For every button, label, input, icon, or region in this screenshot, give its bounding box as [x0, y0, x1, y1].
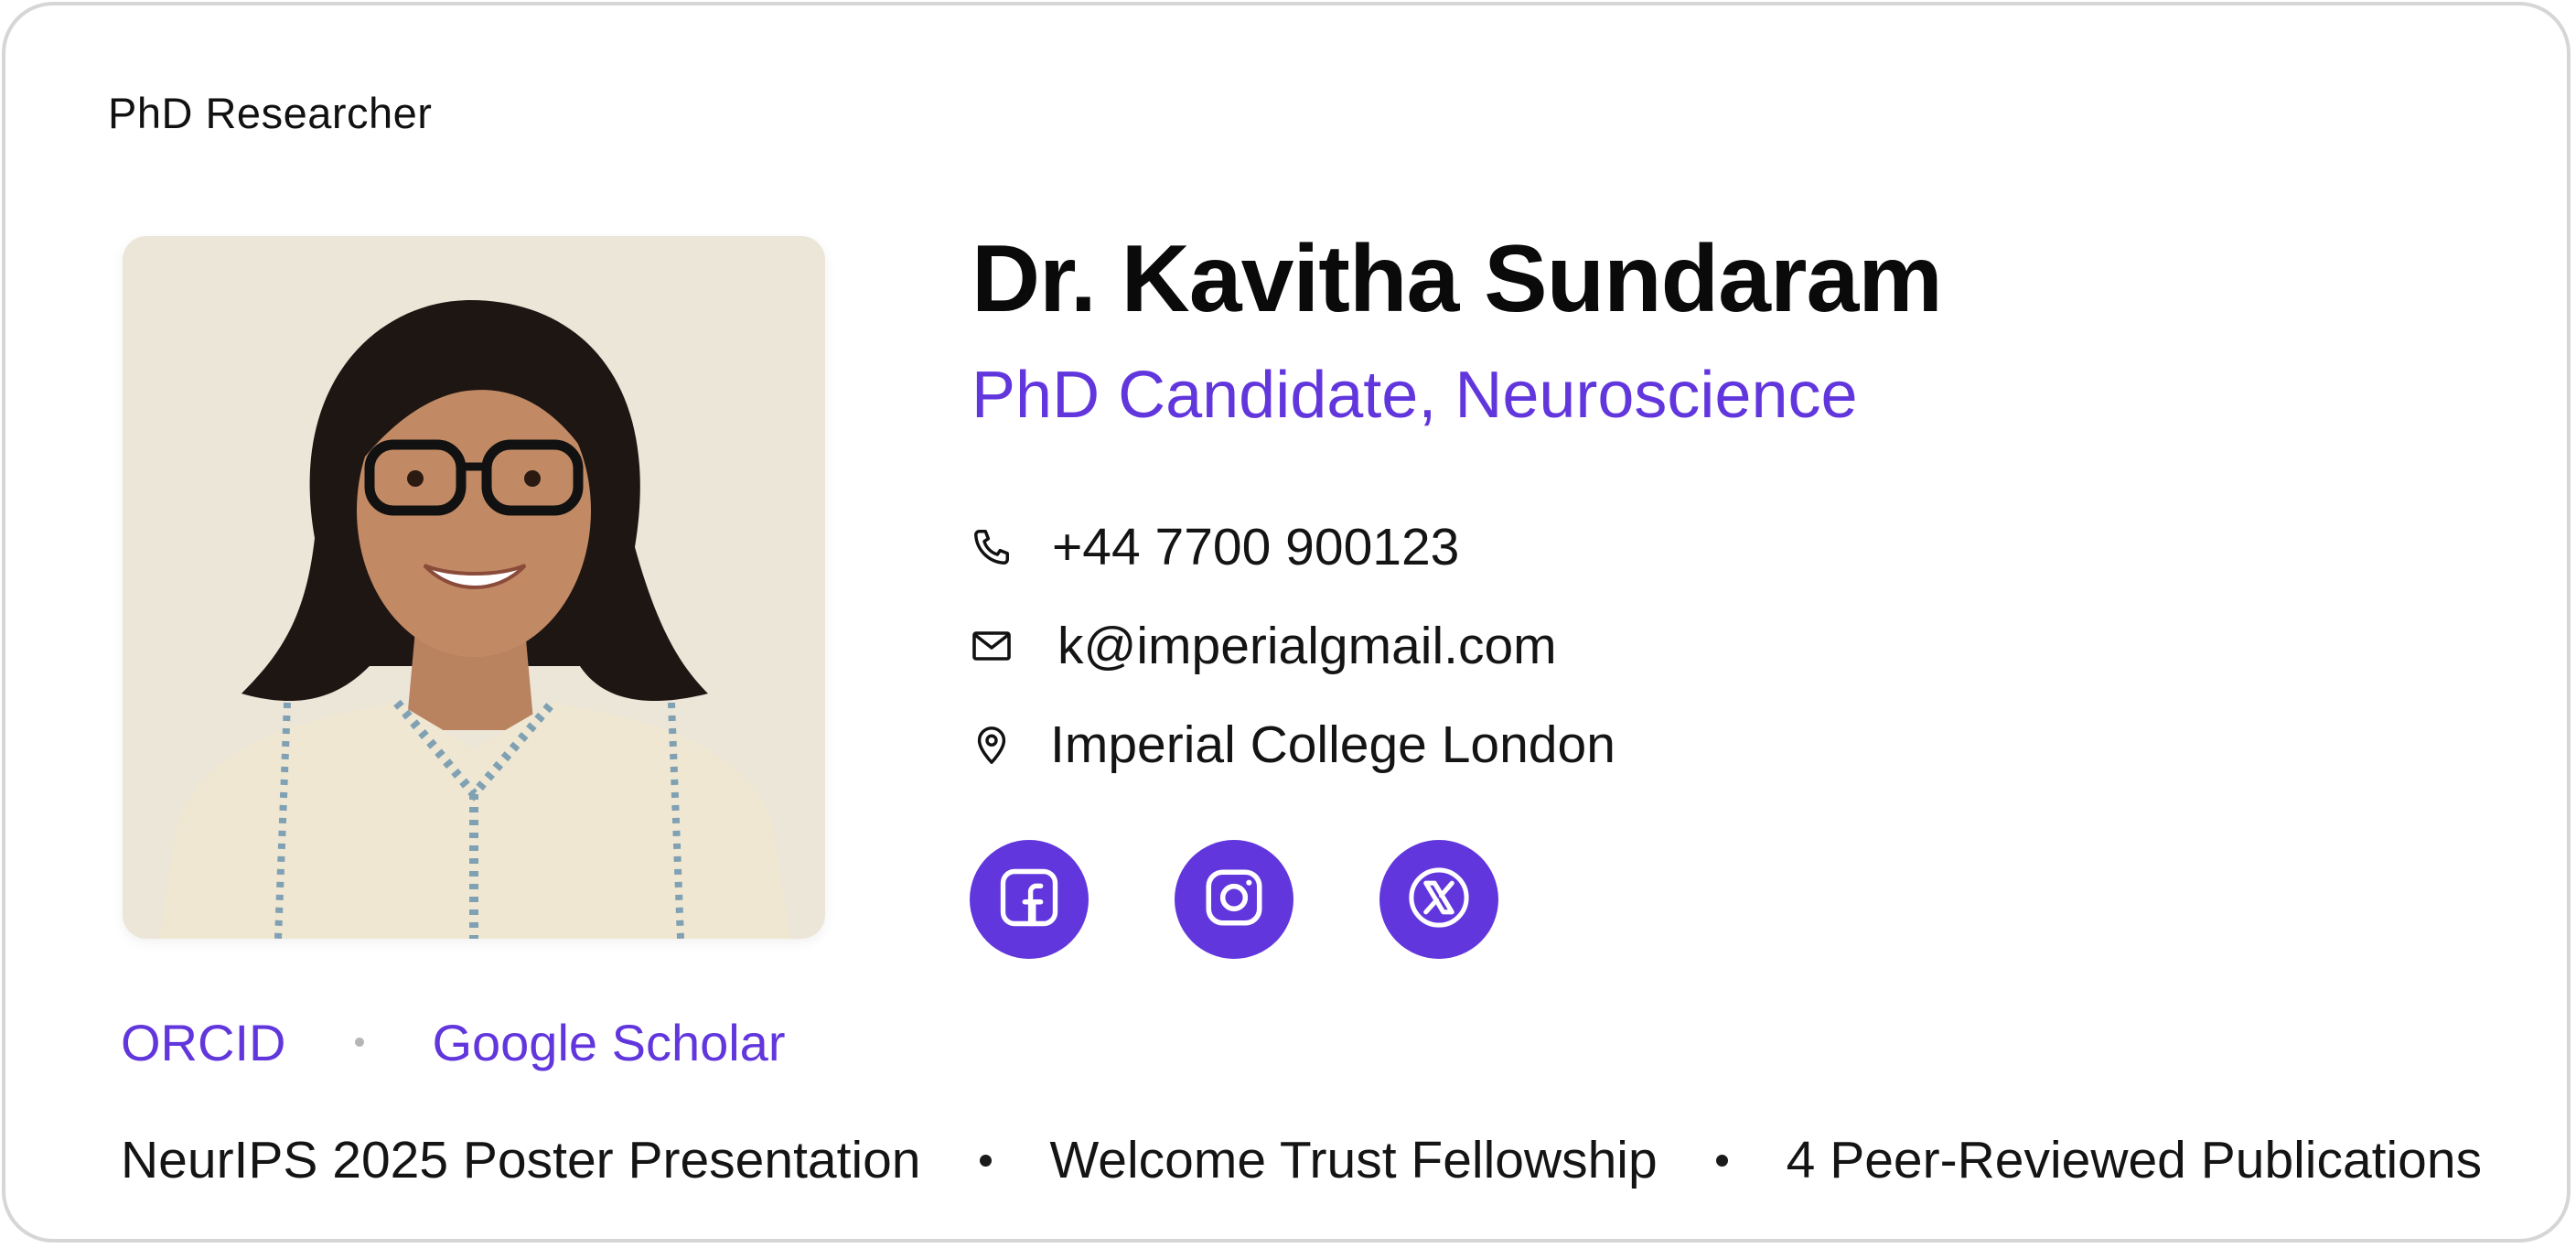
facebook-icon	[994, 863, 1064, 937]
achievement-item: Welcome Trust Fellowship	[1049, 1131, 1658, 1189]
profile-name: Dr. Kavitha Sundaram	[971, 226, 1943, 332]
profile-subtitle: PhD Candidate, Neuroscience	[971, 359, 1858, 432]
card-eyebrow: PhD Researcher	[108, 89, 433, 137]
achievements-row: NeurIPS 2025 Poster Presentation Welcome…	[121, 1124, 2482, 1197]
google-scholar-link[interactable]: Google Scholar	[432, 1013, 785, 1072]
orcid-link[interactable]: ORCID	[121, 1013, 285, 1072]
contact-location-text: Imperial College London	[1050, 715, 1615, 774]
location-pin-icon	[970, 723, 1014, 767]
x-twitter-button[interactable]	[1379, 840, 1498, 959]
facebook-button[interactable]	[970, 840, 1089, 959]
profile-links: ORCID Google Scholar	[121, 1010, 785, 1074]
contact-email[interactable]: k@imperialgmail.com	[970, 609, 1557, 683]
achievement-item: 4 Peer-Reviewed Publications	[1786, 1131, 2483, 1189]
profile-photo	[123, 236, 825, 939]
phone-icon	[970, 525, 1014, 569]
achievement-separator	[1715, 1154, 1728, 1167]
contact-email-text: k@imperialgmail.com	[1057, 617, 1557, 675]
instagram-icon	[1200, 864, 1268, 936]
instagram-button[interactable]	[1175, 840, 1293, 959]
achievement-separator	[979, 1154, 992, 1167]
profile-card: PhD Researcher Dr. Kavitha Sundaram PhD …	[2, 2, 2571, 1243]
link-separator	[355, 1038, 365, 1047]
contact-location[interactable]: Imperial College London	[970, 708, 1615, 781]
achievement-item: NeurIPS 2025 Poster Presentation	[121, 1131, 921, 1189]
x-twitter-icon	[1404, 863, 1474, 937]
mail-icon	[970, 624, 1014, 668]
contact-phone-text: +44 7700 900123	[1052, 518, 1460, 576]
contact-phone[interactable]: +44 7700 900123	[970, 511, 1459, 584]
